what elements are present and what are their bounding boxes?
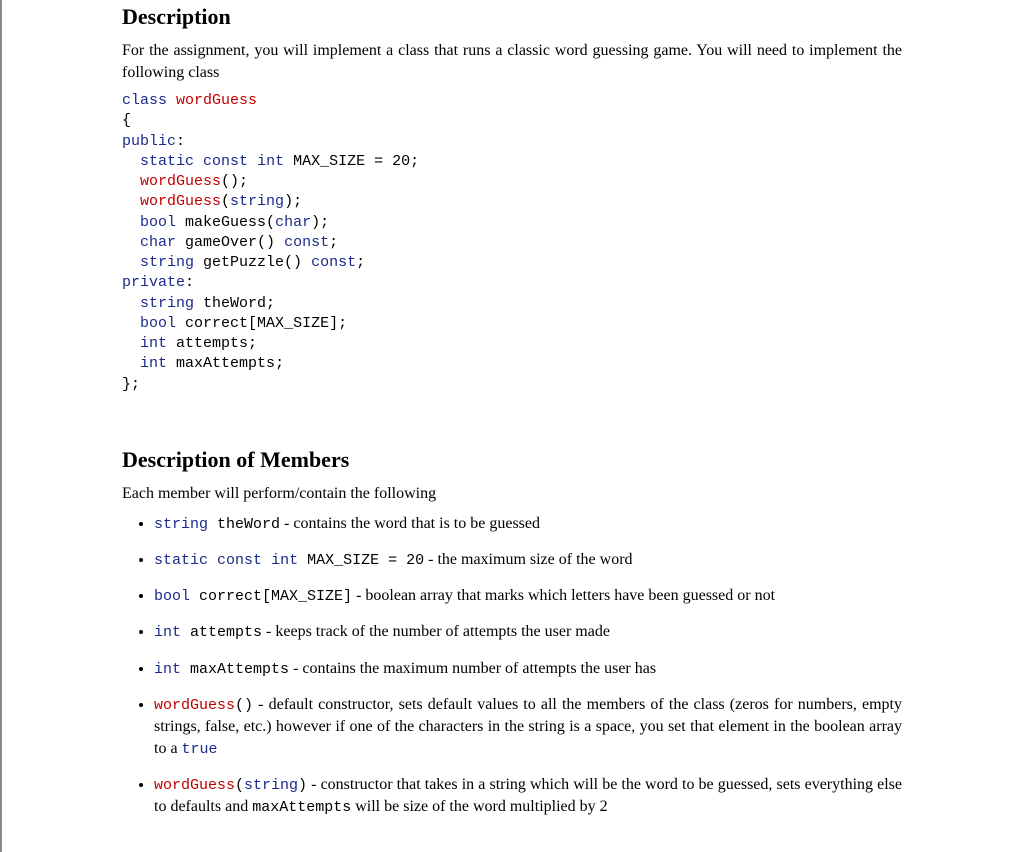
code-block-class-def: class wordGuess { public: static const i… (122, 91, 902, 395)
list-item: string theWord - contains the word that … (154, 513, 902, 535)
document-page: Description For the assignment, you will… (122, 0, 922, 852)
kw-static: static (140, 153, 194, 170)
kw-bool: bool (140, 214, 176, 231)
kw-int: int (257, 153, 284, 170)
id-wordguess: wordGuess (176, 92, 257, 109)
code-brace-open: { (122, 112, 131, 129)
id-ctor1: wordGuess (140, 193, 221, 210)
mono-maxsize: MAX_SIZE = 20 (307, 552, 424, 569)
list-item: int attempts - keeps track of the number… (154, 621, 902, 643)
mono-paren-open: ( (235, 777, 244, 794)
mono-paren-close: ) (298, 777, 307, 794)
kw-string-ret: string (140, 254, 194, 271)
code-gameover: gameOver() (185, 234, 275, 251)
desc-text: - boolean array that marks which letters… (352, 587, 775, 604)
kw-string-mem: string (140, 295, 194, 312)
mono-theword: theWord (217, 516, 280, 533)
mono-attempts: attempts (190, 624, 262, 641)
code-correct: correct[MAX_SIZE]; (185, 315, 347, 332)
code-maxattempts: maxAttempts; (176, 355, 284, 372)
list-item: bool correct[MAX_SIZE] - boolean array t… (154, 585, 902, 607)
kw-string: string (244, 777, 298, 794)
kw-int: int (271, 552, 298, 569)
kw-const3: const (311, 254, 356, 271)
id-ctor0: wordGuess (140, 173, 221, 190)
code-ctor0-parens: (); (221, 173, 248, 190)
kw-static: static (154, 552, 208, 569)
kw-public: public (122, 133, 176, 150)
section-heading-members: Description of Members (122, 447, 902, 473)
kw-const: const (217, 552, 262, 569)
list-item: wordGuess() - default constructor, sets … (154, 694, 902, 760)
mono-maxattempts: maxAttempts (190, 661, 289, 678)
section-heading-description: Description (122, 4, 902, 30)
code-makeguess-end: ); (311, 214, 329, 231)
intro-paragraph: For the assignment, you will implement a… (122, 40, 902, 83)
kw-private: private (122, 274, 185, 291)
code-brace-close: }; (122, 376, 140, 393)
id-wordguess-ctor1: wordGuess (154, 777, 235, 794)
kw-string: string (154, 516, 208, 533)
id-wordguess-ctor0: wordGuess (154, 697, 235, 714)
code-theword: theWord; (203, 295, 275, 312)
desc-text: - contains the word that is to be guesse… (280, 515, 540, 532)
desc-text: - keeps track of the number of attempts … (262, 623, 610, 640)
list-item: int maxAttempts - contains the maximum n… (154, 658, 902, 680)
kw-true: true (182, 741, 218, 758)
desc-text: - the maximum size of the word (424, 551, 632, 568)
list-item: wordGuess(string) - constructor that tak… (154, 774, 902, 819)
kw-bool: bool (154, 588, 190, 605)
mono-parens: () (235, 697, 253, 714)
kw-bool-mem: bool (140, 315, 176, 332)
desc-text: - contains the maximum number of attempt… (289, 660, 656, 677)
kw-int: int (154, 661, 181, 678)
kw-int-mem2: int (140, 355, 167, 372)
desc-text: will be size of the word multiplied by 2 (351, 798, 607, 815)
list-item: static const int MAX_SIZE = 20 - the max… (154, 549, 902, 571)
kw-char: char (275, 214, 311, 231)
kw-int-mem1: int (140, 335, 167, 352)
mono-maxattempts: maxAttempts (252, 799, 351, 816)
kw-string-param: string (230, 193, 284, 210)
members-list: string theWord - contains the word that … (122, 513, 902, 819)
code-getpuzzle: getPuzzle() (203, 254, 302, 271)
code-attempts: attempts; (176, 335, 257, 352)
kw-class: class (122, 92, 167, 109)
kw-char-ret: char (140, 234, 176, 251)
kw-const2: const (284, 234, 329, 251)
kw-int: int (154, 624, 181, 641)
code-maxsize: MAX_SIZE = 20; (293, 153, 419, 170)
kw-const: const (203, 153, 248, 170)
members-intro: Each member will perform/contain the fol… (122, 483, 902, 505)
mono-correct: correct[MAX_SIZE] (199, 588, 352, 605)
code-makeguess: makeGuess( (185, 214, 275, 231)
desc-text: - default constructor, sets default valu… (154, 696, 902, 757)
